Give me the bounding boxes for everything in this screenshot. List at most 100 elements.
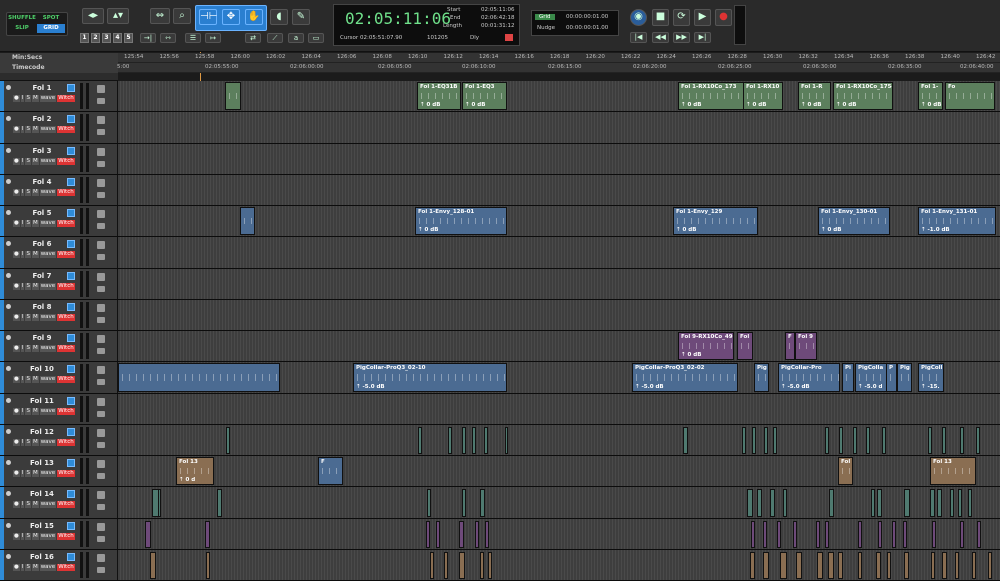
insert-slot-icon[interactable]: [97, 178, 105, 187]
track-view-selector[interactable]: wave: [39, 532, 57, 540]
clip-gain[interactable]: ⇡ 0 dB: [821, 227, 841, 233]
audio-clip[interactable]: Fol 13: [930, 457, 976, 486]
mute-button[interactable]: M: [31, 220, 39, 227]
zoom-out-icon[interactable]: ◂▸: [82, 8, 104, 24]
track-options-button[interactable]: [67, 209, 75, 217]
automation-mode-selector[interactable]: Witch: [57, 345, 75, 352]
zoom-preset-1[interactable]: 1: [80, 33, 89, 43]
mute-button[interactable]: M: [31, 126, 39, 134]
rtz-icon[interactable]: |◀: [630, 32, 647, 43]
audio-clip-sliver[interactable]: [904, 551, 909, 579]
grid-value[interactable]: 00:00:00:01.00: [566, 14, 608, 20]
audio-clip-sliver[interactable]: [462, 489, 466, 517]
audio-clip-sliver[interactable]: [972, 551, 976, 579]
record-enable-icon[interactable]: [6, 303, 11, 309]
audio-clip-sliver[interactable]: [930, 489, 935, 517]
track-playlist-lane[interactable]: [118, 456, 1000, 487]
audio-clip[interactable]: Fol 1-Envy_129 ⇡ 0 dB: [673, 207, 758, 236]
track-options-button[interactable]: [67, 240, 75, 249]
track-view-selector[interactable]: wave: [39, 251, 57, 259]
audio-clip[interactable]: Fol 1-Envy_130-01 ⇡ 0 dB: [818, 207, 890, 236]
audio-clip[interactable]: Fol 1-RX10Co_175- ⇡ 0 dB: [833, 82, 893, 111]
track-playlist-lane[interactable]: [118, 143, 1000, 174]
audio-clip-sliver[interactable]: [825, 426, 829, 454]
grid-label[interactable]: Grid: [535, 14, 555, 20]
track-header[interactable]: Fol 15 ● I S Mwave Witch: [0, 518, 118, 549]
track-fol-14[interactable]: Fol 14 ● I S Mwave Witch: [0, 487, 1000, 519]
send-slot-icon[interactable]: [97, 348, 105, 354]
automation-mode-selector[interactable]: Witch: [57, 95, 75, 102]
start-value[interactable]: 02:05:11:06: [481, 7, 515, 13]
track-options-button[interactable]: [67, 459, 75, 467]
clip-gain[interactable]: ⇡ 0 dB: [801, 102, 821, 108]
audio-clip-sliver[interactable]: [977, 520, 981, 548]
zoom-preset-2[interactable]: 2: [91, 33, 100, 43]
insertion-follows-icon[interactable]: ↦: [205, 33, 221, 43]
audio-clip[interactable]: [225, 82, 241, 111]
track-options-button[interactable]: [67, 490, 75, 499]
audio-clip-sliver[interactable]: [988, 551, 992, 579]
mute-button[interactable]: M: [31, 470, 39, 477]
loop-play-icon[interactable]: ▶: [694, 9, 711, 26]
insert-slot-icon[interactable]: [97, 491, 105, 500]
tab-to-transient-icon[interactable]: →|: [140, 33, 156, 43]
track-options-button[interactable]: [67, 84, 75, 92]
audio-clip[interactable]: Fol 9-RX10Co_49 ⇡ 0 dB: [678, 332, 734, 361]
record-icon[interactable]: ●: [715, 9, 732, 26]
audio-clip-sliver[interactable]: [950, 489, 954, 517]
track-view-selector[interactable]: wave: [39, 501, 57, 509]
audio-clip-sliver[interactable]: [877, 489, 882, 517]
input-monitor-button[interactable]: I: [20, 188, 25, 196]
track-header[interactable]: Fol 9 ● I S Mwave Witch: [0, 331, 118, 362]
track-name[interactable]: Fol 4: [18, 178, 66, 186]
track-header[interactable]: Fol 14 ● I S Mwave Witch: [0, 487, 118, 518]
audio-clip-sliver[interactable]: [887, 551, 891, 579]
zoom-preset-4[interactable]: 4: [113, 33, 122, 43]
clip-gain[interactable]: ⇡ 0 dB: [420, 102, 440, 108]
audio-clip-sliver[interactable]: [459, 520, 464, 548]
input-monitor-button[interactable]: I: [20, 532, 25, 540]
record-dot-icon[interactable]: ●: [13, 376, 20, 384]
audio-clip-sliver[interactable]: [793, 520, 797, 548]
magnify-icon[interactable]: ⌕: [173, 8, 191, 24]
solo-button[interactable]: S: [25, 563, 31, 571]
audio-clip-sliver[interactable]: [817, 551, 823, 579]
audio-clip-sliver[interactable]: [217, 489, 222, 517]
input-monitor-button[interactable]: I: [20, 95, 25, 102]
insert-slot-icon[interactable]: [97, 522, 105, 531]
record-dot-icon[interactable]: ●: [13, 251, 20, 259]
record-enable-icon[interactable]: [6, 178, 11, 184]
audio-clip-sliver[interactable]: [968, 489, 972, 517]
solo-button[interactable]: S: [25, 251, 31, 259]
audio-clip-sliver[interactable]: [931, 551, 935, 579]
insert-slot-icon[interactable]: [97, 335, 105, 343]
audio-clip[interactable]: Fol: [737, 332, 753, 361]
track-playlist-lane[interactable]: [118, 112, 1000, 143]
record-dot-icon[interactable]: ●: [13, 126, 20, 134]
send-slot-icon[interactable]: [97, 441, 105, 448]
keyboard-focus-icon[interactable]: a: [288, 33, 304, 43]
input-monitor-button[interactable]: I: [20, 501, 25, 509]
audio-clip-sliver[interactable]: [484, 426, 488, 454]
record-dot-icon[interactable]: ●: [13, 282, 20, 290]
audio-clip-sliver[interactable]: [757, 489, 762, 517]
input-monitor-button[interactable]: I: [20, 470, 25, 477]
automation-mode-selector[interactable]: Witch: [57, 251, 75, 259]
send-slot-icon[interactable]: [97, 254, 105, 261]
insert-slot-icon[interactable]: [97, 428, 105, 437]
track-playlist-lane[interactable]: [118, 268, 1000, 299]
clip-gain[interactable]: ⇡ 0 dB: [681, 352, 701, 358]
end-icon[interactable]: ▶|: [694, 32, 711, 43]
automation-mode-selector[interactable]: Witch: [57, 282, 75, 290]
audio-clip[interactable]: Fol 1-EQ31B ⇡ 0 dB: [417, 82, 461, 111]
audio-clip[interactable]: Fo: [945, 82, 995, 111]
audio-clip-sliver[interactable]: [955, 551, 959, 579]
play-icon[interactable]: ⟳: [673, 9, 690, 26]
track-view-selector[interactable]: wave: [39, 313, 57, 321]
record-dot-icon[interactable]: ●: [13, 501, 20, 509]
audio-clip-sliver[interactable]: [882, 426, 886, 454]
track-fol-1[interactable]: Fol 1 ● I S Mwave Witch Fol 1-EQ31B ⇡ 0 dB Fol…: [0, 81, 1000, 113]
scrubber-icon[interactable]: ◖: [270, 9, 288, 25]
track-fol-15[interactable]: Fol 15 ● I S Mwave Witch: [0, 518, 1000, 550]
automation-mode-selector[interactable]: Witch: [57, 563, 75, 571]
